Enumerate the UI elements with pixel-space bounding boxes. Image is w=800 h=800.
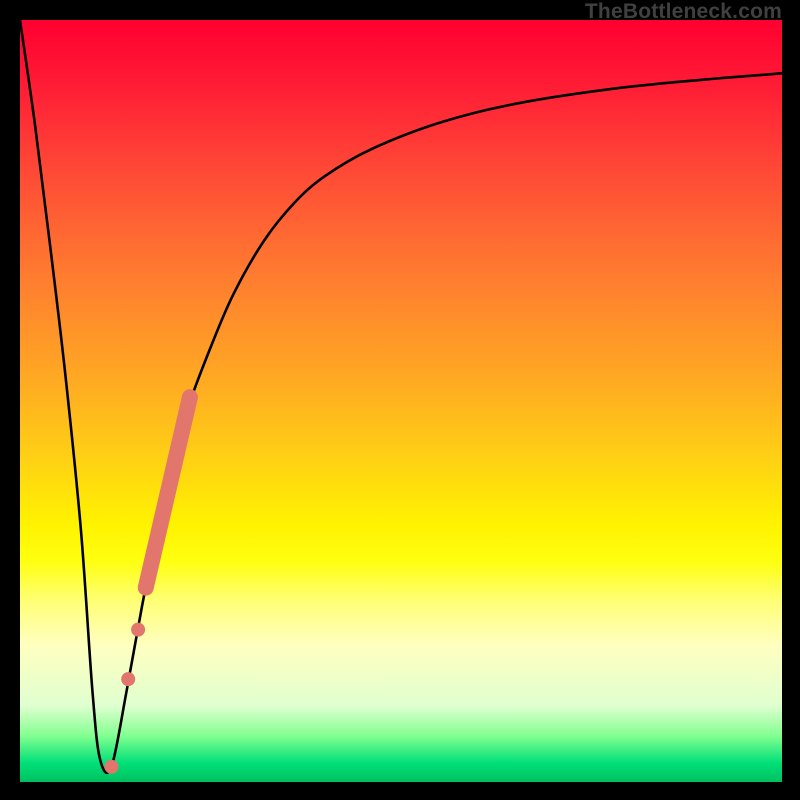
marker-dot-1 — [131, 623, 145, 637]
source-label: TheBottleneck.com — [585, 0, 782, 24]
chart-container: TheBottleneck.com — [0, 0, 800, 800]
marker-dot-2 — [121, 672, 135, 686]
plot-area — [20, 20, 782, 782]
marker-segment — [146, 397, 190, 588]
marker-dot-3 — [104, 760, 118, 774]
bottleneck-curve — [20, 20, 782, 773]
chart-svg — [20, 20, 782, 782]
